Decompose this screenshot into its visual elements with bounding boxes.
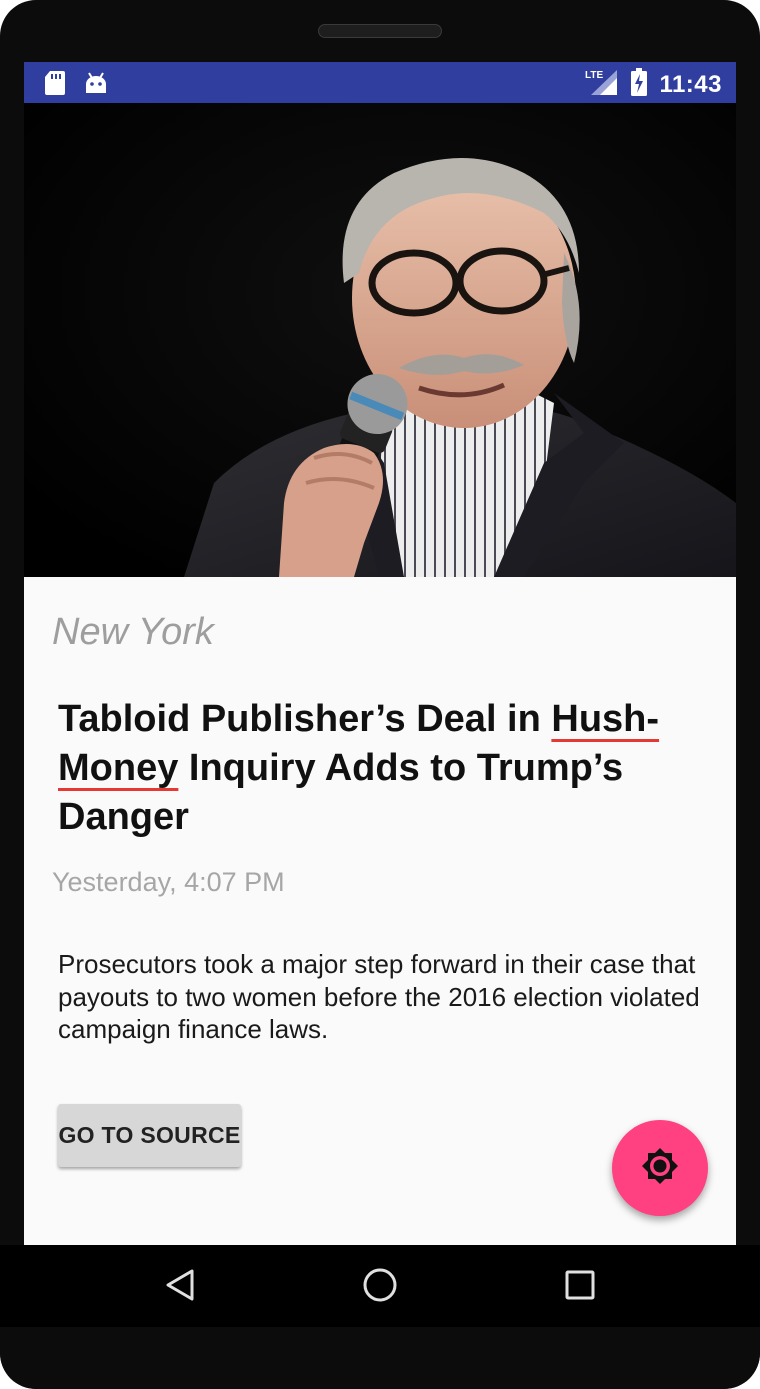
brightness-settings-icon (640, 1146, 680, 1191)
battery-charging-icon (631, 68, 648, 101)
status-system: LTE 11:43 (585, 68, 722, 101)
article-summary: Prosecutors took a major step forward in… (58, 949, 700, 1044)
phone-frame: LTE 11:43 New York Tabloid Publisher’s D… (0, 0, 760, 1389)
status-bar: LTE 11:43 (24, 62, 736, 103)
headline-text: Tabloid Publisher’s Deal in (58, 698, 552, 740)
screen: LTE 11:43 New York Tabloid Publisher’s D… (24, 62, 736, 1245)
lte-signal-icon: LTE (585, 68, 619, 101)
svg-text:LTE: LTE (585, 70, 603, 81)
headline-misspelled-word: Money (58, 747, 179, 789)
status-notifications (44, 70, 108, 101)
home-icon (362, 1267, 398, 1308)
navigation-bar (0, 1245, 760, 1327)
status-time: 11:43 (659, 70, 722, 98)
photo-of-man-speaking-into-microphone (24, 103, 736, 577)
home-button[interactable] (358, 1265, 402, 1309)
go-to-source-button[interactable]: GO TO SOURCE (58, 1104, 241, 1167)
recents-icon (564, 1269, 596, 1306)
recents-button[interactable] (558, 1265, 602, 1309)
back-icon (164, 1268, 196, 1307)
article-location: New York (52, 611, 214, 653)
article-headline: Tabloid Publisher’s Deal in Hush- Money I… (58, 695, 698, 842)
article-card: New York Tabloid Publisher’s Deal in Hus… (24, 577, 736, 1245)
article-image (24, 103, 736, 577)
article-timestamp: Yesterday, 4:07 PM (52, 867, 285, 897)
brightness-fab[interactable] (612, 1120, 708, 1216)
headline-misspelled-word: Hush- (551, 698, 660, 740)
back-button[interactable] (158, 1265, 202, 1309)
sd-card-icon (44, 70, 66, 101)
android-icon (84, 71, 108, 100)
speaker-grille (318, 24, 442, 38)
bottom-bezel (0, 1327, 760, 1389)
